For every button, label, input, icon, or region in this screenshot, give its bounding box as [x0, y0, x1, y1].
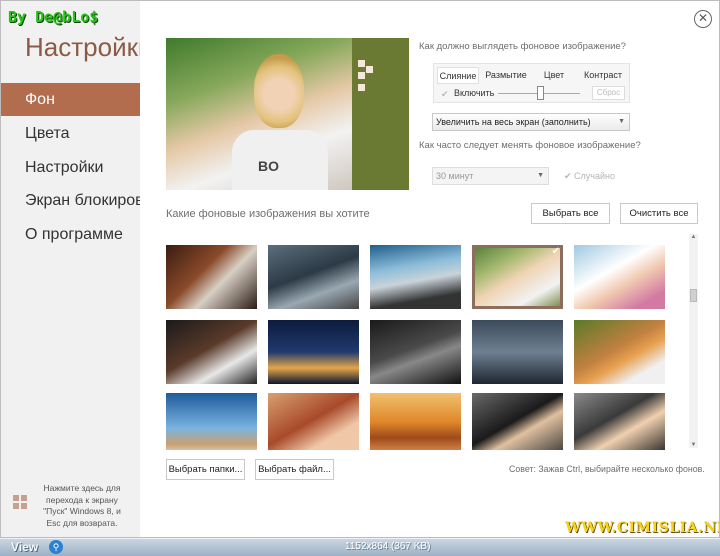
wallpaper-gallery: ✔ — [166, 233, 669, 450]
scrollbar-thumb[interactable] — [690, 289, 697, 302]
background-preview: BO — [166, 38, 409, 190]
tab-blend[interactable]: Слияние — [437, 67, 479, 84]
sidebar: By De@bLo$ Настройки Фон Цвета Настройки… — [1, 1, 140, 537]
tab-blur[interactable]: Размытие — [482, 67, 530, 84]
sidebar-item-colors[interactable]: Цвета — [1, 117, 140, 150]
interval-value: 30 минут — [436, 171, 474, 181]
gallery-heading: Какие фоновые изображения вы хотите — [166, 208, 370, 220]
scroll-down-icon[interactable]: ▼ — [689, 442, 698, 448]
magnifier-icon[interactable]: ⚲ — [49, 540, 63, 554]
chevron-down-icon: ▼ — [618, 118, 625, 125]
wallpaper-thumbnail[interactable] — [370, 320, 461, 384]
select-files-button[interactable]: Выбрать файл... — [255, 459, 334, 480]
wallpaper-thumbnail[interactable] — [268, 393, 359, 450]
wallpaper-thumbnail[interactable] — [166, 393, 257, 450]
wallpaper-thumbnail[interactable] — [574, 320, 665, 384]
gallery-scrollbar[interactable]: ▲ ▼ — [689, 234, 698, 448]
watermark-bottom: WWW.CIMISLIA.NET — [565, 520, 719, 536]
scroll-up-icon[interactable]: ▲ — [689, 234, 698, 240]
select-folders-button[interactable]: Выбрать папки... — [166, 459, 245, 480]
start-screen-hint[interactable]: Нажмите здесь для перехода к экрану "Пус… — [39, 483, 125, 529]
random-checkbox[interactable]: ✔ Случайно — [564, 171, 615, 182]
enable-checkbox[interactable]: ✔ — [441, 89, 449, 100]
check-icon: ✔ — [564, 171, 575, 181]
tab-contrast[interactable]: Контраст — [579, 67, 627, 84]
image-viewer-bar: View ⚲ 1152x864 (367 KB) — [0, 538, 720, 556]
wallpaper-thumbnail[interactable] — [574, 393, 665, 450]
blend-slider-thumb[interactable] — [537, 86, 544, 100]
wallpaper-thumbnail[interactable] — [370, 393, 461, 450]
image-dimensions: 1152x864 (367 KB) — [345, 541, 431, 552]
selection-tip: Совет: Зажав Ctrl, выбирайте несколько ф… — [509, 464, 705, 474]
sidebar-item-settings[interactable]: Настройки — [1, 151, 140, 184]
interval-select[interactable]: 30 минут ▼ — [432, 167, 549, 185]
wallpaper-thumbnail[interactable] — [166, 320, 257, 384]
preview-accent-area — [352, 38, 409, 190]
fit-mode-value: Увеличить на весь экран (заполнить) — [436, 117, 591, 127]
close-icon[interactable]: ✕ — [694, 10, 712, 28]
wallpaper-thumbnail[interactable] — [268, 245, 359, 309]
wallpaper-thumbnail[interactable] — [166, 245, 257, 309]
sidebar-item-background[interactable]: Фон — [1, 83, 140, 116]
clear-all-button[interactable]: Очистить все — [620, 203, 698, 224]
reset-button[interactable]: Сброс — [592, 86, 625, 100]
wallpaper-thumbnail[interactable] — [268, 320, 359, 384]
sidebar-item-about[interactable]: О программе — [1, 218, 140, 251]
enable-label: Включить — [454, 88, 495, 98]
check-icon: ✔ — [551, 246, 560, 257]
watermark-top: By De@bLo$ — [8, 8, 99, 26]
view-button[interactable]: View — [11, 540, 38, 554]
wallpaper-thumbnail[interactable] — [472, 320, 563, 384]
blend-mode-panel: Слияние Размытие Цвет Контраст ✔ Включит… — [433, 63, 630, 103]
settings-window: By De@bLo$ Настройки Фон Цвета Настройки… — [0, 0, 720, 538]
sidebar-item-lock-screen[interactable]: Экран блокировки — [1, 184, 140, 217]
random-label: Случайно — [574, 171, 615, 181]
chevron-down-icon: ▼ — [537, 172, 544, 179]
wallpaper-thumbnail[interactable] — [370, 245, 461, 309]
wallpaper-thumbnail[interactable] — [472, 393, 563, 450]
frequency-question: Как часто следует менять фоновое изображ… — [419, 140, 641, 151]
wallpaper-thumbnail-selected[interactable]: ✔ — [472, 245, 563, 309]
appearance-question: Как должно выглядеть фоновое изображение… — [419, 41, 626, 52]
windows-logo-icon[interactable] — [13, 495, 27, 509]
select-all-button[interactable]: Выбрать все — [531, 203, 610, 224]
fit-mode-select[interactable]: Увеличить на весь экран (заполнить) ▼ — [432, 113, 630, 131]
tab-color[interactable]: Цвет — [536, 67, 572, 84]
wallpaper-thumbnail[interactable] — [574, 245, 665, 309]
preview-photo: BO — [166, 38, 352, 190]
sidebar-title: Настройки — [25, 32, 140, 62]
